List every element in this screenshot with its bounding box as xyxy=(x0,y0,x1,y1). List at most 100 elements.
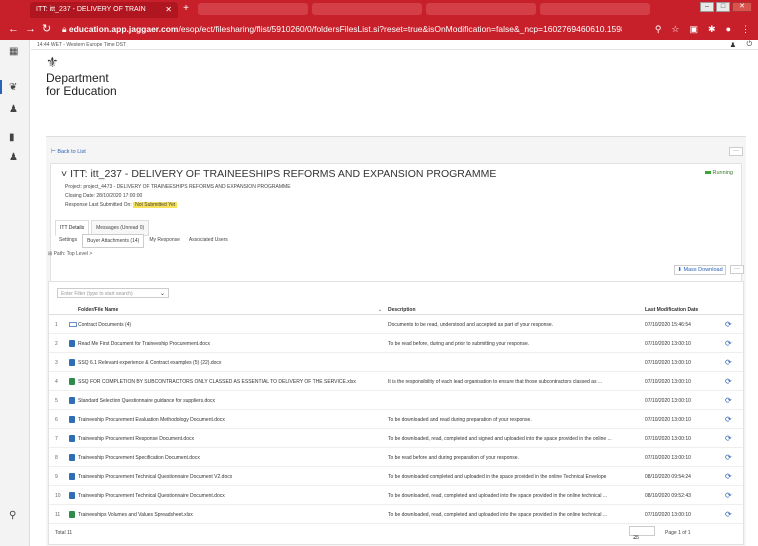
file-name[interactable]: Traineeship Procurement Evaluation Metho… xyxy=(78,417,225,423)
star-icon[interactable]: ☆ xyxy=(671,22,679,36)
file-name[interactable]: SSQ 6.1 Relevant experience & Contract e… xyxy=(78,360,221,366)
project-info: Project: project_4473 - DELIVERY OF TRAI… xyxy=(65,184,291,190)
back-label: Back to List xyxy=(57,149,86,155)
dfe-logo: ⚜ Department for Education xyxy=(46,54,117,97)
excel-icon xyxy=(69,378,75,385)
mass-download-button[interactable]: ⬇ Mass Download xyxy=(674,265,726,275)
puzzle-icon[interactable]: ✱ xyxy=(708,22,716,36)
share-icon[interactable]: ⟳ xyxy=(725,453,732,462)
profile-icon[interactable]: ● xyxy=(726,22,731,36)
file-description: Documents to be read, understood and acc… xyxy=(388,322,554,328)
file-name[interactable]: Contract Documents (4) xyxy=(78,322,131,328)
share-icon[interactable]: ⟳ xyxy=(725,396,732,405)
new-tab-icon[interactable]: + xyxy=(180,3,192,15)
word-doc-icon xyxy=(69,397,75,404)
tab-settings[interactable]: Settings xyxy=(55,234,81,248)
table-row[interactable]: 4 SSQ FOR COMPLETION BY SUBCONTRACTORS ON… xyxy=(49,372,743,391)
zoom-icon[interactable]: ⚲ xyxy=(655,22,662,36)
share-icon[interactable]: ⟳ xyxy=(725,320,732,329)
file-name[interactable]: Standard Selection Questionnaire guidanc… xyxy=(78,398,215,404)
col-description-header[interactable]: Description xyxy=(388,307,416,313)
menu-grid-icon[interactable]: ▦ xyxy=(9,46,18,57)
file-name[interactable]: Read Me First Document for Traineeship P… xyxy=(78,341,210,347)
file-date: 07/10/2020 13:00:10 xyxy=(645,512,691,518)
tab-title: ITT: itt_237 - DELIVERY OF TRAIN xyxy=(36,6,146,13)
col-name-header[interactable]: Folder/File Name xyxy=(78,307,118,313)
documents-icon[interactable]: ▮ xyxy=(9,132,15,143)
file-description: To be downloaded, read, completed and si… xyxy=(388,436,612,442)
sort-icon[interactable]: ⌄ xyxy=(378,307,382,313)
crest-icon[interactable]: ❦ xyxy=(9,82,17,93)
share-icon[interactable]: ⟳ xyxy=(725,491,732,500)
share-icon[interactable]: ⟳ xyxy=(725,510,732,519)
tab-close-icon[interactable]: ✕ xyxy=(165,5,172,14)
browser-tab-active[interactable]: ITT: itt_237 - DELIVERY OF TRAIN ✕ xyxy=(30,2,178,18)
file-date: 08/10/2020 09:52:43 xyxy=(645,493,691,499)
file-name[interactable]: Traineeship Procurement Technical Questi… xyxy=(78,493,225,499)
filter-placeholder: Enter Filter (type to start search) xyxy=(61,291,133,297)
power-icon[interactable]: ⏻ xyxy=(746,41,752,49)
file-description: To be read before and during preparation… xyxy=(388,455,519,461)
reload-icon[interactable]: ↻ xyxy=(42,22,51,36)
more-options-button[interactable]: ··· xyxy=(729,147,743,156)
table-row[interactable]: 11 Traineeships Volumes and Values Spread… xyxy=(49,505,743,524)
app-left-rail: ▦ ❦ ♟ ▮ ♟ ⚲ xyxy=(0,40,30,546)
word-doc-icon xyxy=(69,340,75,347)
table-row[interactable]: 9 Traineeship Procurement Technical Quest… xyxy=(49,467,743,486)
back-arrow-icon[interactable]: ← xyxy=(8,22,19,36)
share-icon[interactable]: ⟳ xyxy=(725,472,732,481)
page-size-select[interactable]: 25 ⌄ xyxy=(629,526,655,541)
filter-input[interactable]: Enter Filter (type to start search) ⌄ xyxy=(57,288,169,298)
word-doc-icon xyxy=(69,473,75,480)
forward-arrow-icon[interactable]: → xyxy=(25,22,36,36)
file-date: 07/10/2020 15:46:54 xyxy=(645,322,691,328)
table-row[interactable]: 7 Traineeship Procurement Response Docume… xyxy=(49,429,743,448)
tab-buyer-attachments[interactable]: Buyer Attachments (14) xyxy=(82,234,145,248)
share-icon[interactable]: ⟳ xyxy=(725,358,732,367)
browser-tab[interactable] xyxy=(312,3,422,15)
browser-tab[interactable] xyxy=(540,3,650,15)
table-row[interactable]: 8 Traineeship Procurement Specification D… xyxy=(49,448,743,467)
table-row[interactable]: 1 Contract Documents (4) Documents to be r… xyxy=(49,315,743,334)
address-bar[interactable]: 🔒︎ education.app.jaggaer.com/esop/ect/fi… xyxy=(62,22,622,36)
menu-icon[interactable]: ⋮ xyxy=(741,22,750,36)
share-icon[interactable]: ⟳ xyxy=(725,377,732,386)
tab-my-response[interactable]: My Response xyxy=(145,234,184,248)
excel-icon xyxy=(69,511,75,518)
account-icon[interactable]: ♟ xyxy=(730,41,736,49)
file-description: It is the responsibility of each lead or… xyxy=(388,379,603,385)
table-row[interactable]: 6 Traineeship Procurement Evaluation Meth… xyxy=(49,410,743,429)
table-options-button[interactable]: ··· xyxy=(730,265,744,274)
share-icon[interactable]: ⟳ xyxy=(725,434,732,443)
file-name[interactable]: Traineeship Procurement Technical Questi… xyxy=(78,474,232,480)
browser-tab[interactable] xyxy=(198,3,308,15)
chevron-down-icon[interactable]: ⌄ xyxy=(160,290,165,297)
col-date-header[interactable]: Last Modification Date xyxy=(645,307,698,313)
table-row[interactable]: 10 Traineeship Procurement Technical Ques… xyxy=(49,486,743,505)
file-name[interactable]: Traineeship Procurement Specification Do… xyxy=(78,455,200,461)
collapse-icon[interactable]: ˅ xyxy=(61,168,70,180)
file-name[interactable]: Traineeships Volumes and Values Spreadsh… xyxy=(78,512,193,518)
file-name[interactable]: Traineeship Procurement Response Documen… xyxy=(78,436,194,442)
info-bar: 14:44 WET - Western Europe Time DST ♟ ⏻ xyxy=(31,40,758,50)
table-row[interactable]: 2 Read Me First Document for Traineeship … xyxy=(49,334,743,353)
share-icon[interactable]: ⟳ xyxy=(725,415,732,424)
tab-associated-users[interactable]: Associated Users xyxy=(185,234,232,248)
user-settings-icon[interactable]: ♟ xyxy=(9,104,18,115)
file-name[interactable]: SSQ FOR COMPLETION BY SUBCONTRACTORS ONL… xyxy=(78,379,356,385)
file-date: 07/10/2020 13:00:10 xyxy=(645,436,691,442)
share-icon[interactable]: ⟳ xyxy=(725,339,732,348)
browser-tab[interactable] xyxy=(426,3,536,15)
minimize-icon[interactable]: – xyxy=(700,2,714,12)
table-row[interactable]: 5 Standard Selection Questionnaire guidan… xyxy=(49,391,743,410)
closing-date: Closing Date: 28/10/2020 17:00:00 xyxy=(65,193,143,199)
search-icon[interactable]: ⚲ xyxy=(9,510,16,521)
table-row[interactable]: 3 SSQ 6.1 Relevant experience & Contract … xyxy=(49,353,743,372)
maximize-icon[interactable]: □ xyxy=(716,2,730,12)
extension-icon[interactable]: ▣ xyxy=(690,22,699,36)
user-icon[interactable]: ♟ xyxy=(9,152,18,163)
back-to-list-link[interactable]: ⊢ Back to List xyxy=(51,149,86,155)
word-doc-icon xyxy=(69,435,75,442)
close-window-icon[interactable]: ✕ xyxy=(732,2,752,12)
file-description: To be downloaded, read, completed and up… xyxy=(388,512,608,518)
